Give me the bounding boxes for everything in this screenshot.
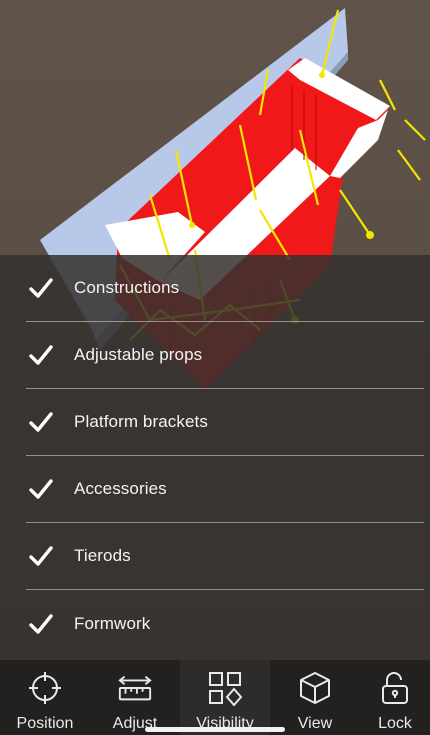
checkmark-icon [28,611,54,637]
tab-visibility[interactable]: Visibility [180,660,270,735]
visibility-item-label: Platform brackets [74,412,208,431]
visibility-item-label: Tierods [74,546,131,565]
cube-icon [297,670,333,706]
tab-position[interactable]: Position [0,660,90,735]
visibility-item-label: Formwork [74,613,151,633]
tab-label: View [297,715,333,732]
visibility-item-adjustable-props[interactable]: Adjustable props [26,322,424,389]
checkmark-icon [28,476,54,502]
visibility-item-label: Constructions [74,278,180,297]
visibility-item-formwork[interactable]: Formwork [26,590,424,657]
bottom-tab-bar: Position Adjust Visibility View Lock [0,660,430,735]
ruler-icon [117,670,153,706]
checkmark-icon [28,409,54,435]
visibility-item-label: Accessories [74,479,167,498]
tab-view[interactable]: View [270,660,360,735]
tab-label: Lock [378,715,412,732]
visibility-item-platform-brackets[interactable]: Platform brackets [26,389,424,456]
tab-lock[interactable]: Lock [360,660,430,735]
visibility-item-constructions[interactable]: Constructions [26,255,424,322]
visibility-item-tierods[interactable]: Tierods [26,523,424,590]
visibility-item-label: Adjustable props [74,345,203,364]
checkmark-icon [28,342,54,368]
checkmark-icon [28,543,54,569]
shapes-grid-icon [207,670,243,706]
visibility-panel: Constructions Adjustable props Platform … [0,255,430,660]
home-indicator[interactable] [145,727,285,732]
tab-adjust[interactable]: Adjust [90,660,180,735]
ar-screen: Constructions Adjustable props Platform … [0,0,430,735]
checkmark-icon [28,275,54,301]
visibility-item-accessories[interactable]: Accessories [26,456,424,523]
tab-label: Position [16,715,74,732]
unlock-icon [377,670,413,706]
crosshair-icon [27,670,63,706]
